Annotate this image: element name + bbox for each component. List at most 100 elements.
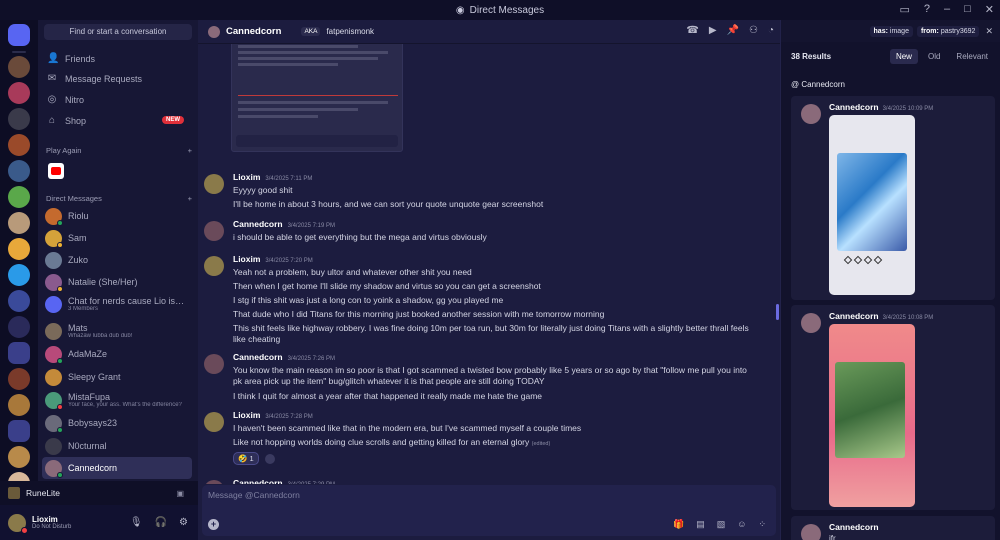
avatar[interactable]	[204, 412, 224, 432]
gift-icon[interactable]: 🎁	[673, 519, 684, 530]
close-icon[interactable]: ✕	[985, 3, 994, 16]
dm-item[interactable]: Zuko	[42, 249, 192, 271]
dm-item[interactable]: Sam	[42, 227, 192, 249]
server-icon[interactable]	[8, 368, 30, 390]
minimize-icon[interactable]: –	[944, 3, 950, 16]
server-icon[interactable]	[8, 264, 30, 286]
card-image[interactable]	[829, 324, 915, 507]
dm-item[interactable]: Natalie (She/Her)	[42, 271, 192, 293]
card-image[interactable]	[829, 115, 915, 295]
status-indicator	[57, 219, 63, 226]
phone-call-icon[interactable]: ☎	[686, 25, 698, 36]
server-icon[interactable]	[8, 290, 30, 312]
tab-old[interactable]: Old	[922, 49, 946, 64]
avatar	[801, 313, 821, 333]
microphone-icon[interactable]: 🎙	[130, 517, 143, 528]
message-input[interactable]: Message @Cannedcorn	[208, 490, 300, 500]
add-reaction-icon[interactable]	[264, 453, 275, 464]
author-name[interactable]: Cannedcorn	[233, 219, 283, 229]
sticker-icon[interactable]: ▧	[717, 519, 726, 530]
gif-icon[interactable]: ▤	[696, 519, 705, 530]
activity-name: RuneLite	[26, 488, 61, 498]
filter-value: pastry3692	[940, 27, 976, 35]
avatar[interactable]	[204, 480, 224, 484]
find-conversation-button[interactable]: Find or start a conversation	[44, 24, 192, 40]
user-profile-icon[interactable]: ◔	[768, 25, 774, 36]
dm-item[interactable]: N0cturnal	[42, 435, 192, 457]
author-name[interactable]: Lioxim	[233, 254, 260, 264]
dm-item[interactable]: Mats Whazaw lubba dub dub!	[42, 320, 192, 342]
headphones-icon[interactable]: 🎧	[155, 517, 167, 528]
avatar[interactable]	[204, 221, 224, 241]
dm-item[interactable]: AdaMaZe	[42, 343, 192, 365]
inbox-icon[interactable]: ▭	[899, 3, 909, 16]
emoji-icon[interactable]: ☺	[737, 519, 746, 530]
dm-item[interactable]: MistaFupa Your face, your ass. What's the…	[42, 389, 192, 411]
avatar[interactable]	[204, 174, 224, 194]
avatar[interactable]	[204, 354, 224, 374]
author-name[interactable]: Cannedcorn	[233, 478, 283, 484]
message-composer[interactable]: Message @Cannedcorn + 🎁 ▤ ▧ ☺ ⁘	[202, 485, 776, 536]
add-friend-icon[interactable]: ⚇	[749, 25, 758, 36]
server-icon[interactable]	[8, 212, 30, 234]
dm-name: N0cturnal	[68, 441, 107, 451]
server-icon[interactable]	[8, 238, 30, 260]
dm-item[interactable]: Sleepy Grant	[42, 366, 192, 388]
screenshot-attachment[interactable]	[231, 44, 403, 152]
dm-item[interactable]: Riolu	[42, 205, 192, 227]
activity-panel[interactable]: RuneLite ▣	[0, 481, 198, 505]
server-icon[interactable]	[8, 316, 30, 338]
settings-gear-icon[interactable]: ⚙	[179, 517, 188, 528]
filter-has[interactable]: has: image	[869, 25, 913, 37]
nav-message-requests[interactable]: ✉ Message Requests	[44, 70, 192, 88]
search-result[interactable]: Cannedcorn ifr	[791, 516, 995, 540]
plus-icon[interactable]: +	[188, 194, 192, 203]
server-icon[interactable]	[8, 82, 30, 104]
avatar	[45, 295, 62, 313]
filter-from[interactable]: from: pastry3692	[916, 25, 980, 37]
avatar	[45, 207, 63, 226]
nav-shop[interactable]: ⌂ Shop NEW	[44, 112, 192, 130]
video-call-icon[interactable]: ▶	[709, 25, 717, 36]
close-search-icon[interactable]: ✕	[985, 26, 993, 37]
search-result[interactable]: Cannedcorn 3/4/2025 10:08 PM	[791, 305, 995, 510]
youtube-app-icon[interactable]	[48, 163, 64, 179]
author-name[interactable]: Lioxim	[233, 410, 260, 420]
avatar[interactable]	[204, 256, 224, 276]
user-panel: Lioxim Do Not Disturb 🎙 🎧 ⚙	[0, 505, 198, 540]
server-icon[interactable]	[8, 394, 30, 416]
author-name[interactable]: Cannedcorn	[233, 352, 283, 362]
game-controller-icon[interactable]: ▣	[176, 489, 184, 498]
server-folder-icon[interactable]	[8, 342, 30, 364]
pin-icon[interactable]: 📌	[727, 25, 739, 36]
server-icon[interactable]	[8, 160, 30, 182]
author-name[interactable]: Lioxim	[233, 172, 260, 182]
dm-item[interactable]: Cannedcorn	[42, 457, 192, 479]
server-folder-icon[interactable]	[8, 420, 30, 442]
reaction-pill[interactable]: 🤣 1	[233, 452, 259, 465]
apps-icon[interactable]: ⁘	[758, 519, 766, 530]
plus-icon[interactable]: +	[188, 146, 192, 155]
home-dm-icon[interactable]	[8, 24, 30, 46]
server-icon[interactable]	[8, 134, 30, 156]
search-bar[interactable]: has: image from: pastry3692 ✕	[781, 20, 1000, 42]
server-icon[interactable]	[8, 186, 30, 208]
server-icon[interactable]	[8, 108, 30, 130]
dm-subtitle: Whazaw lubba dub dub!	[68, 333, 133, 339]
upload-plus-icon[interactable]: +	[208, 519, 219, 530]
tab-relevant[interactable]: Relevant	[950, 49, 994, 64]
chat-recipient-name[interactable]: Cannedcorn	[226, 26, 281, 37]
tab-new[interactable]: New	[889, 49, 918, 64]
help-icon[interactable]: ?	[924, 3, 930, 16]
dm-item[interactable]: Chat for nerds cause Lio is fu... 3 Membe…	[42, 293, 192, 315]
server-icon[interactable]	[8, 56, 30, 78]
server-icon[interactable]	[8, 446, 30, 468]
dm-item[interactable]: Bobysays23	[42, 412, 192, 434]
scrollbar[interactable]	[776, 304, 779, 320]
nav-nitro[interactable]: ◎ Nitro	[44, 91, 192, 109]
search-result[interactable]: Cannedcorn 3/4/2025 10:09 PM	[791, 96, 995, 300]
nav-friends[interactable]: 👤 Friends	[44, 50, 192, 68]
avatar	[45, 391, 63, 410]
avatar[interactable]	[8, 513, 28, 534]
maximize-icon[interactable]: □	[964, 3, 971, 16]
